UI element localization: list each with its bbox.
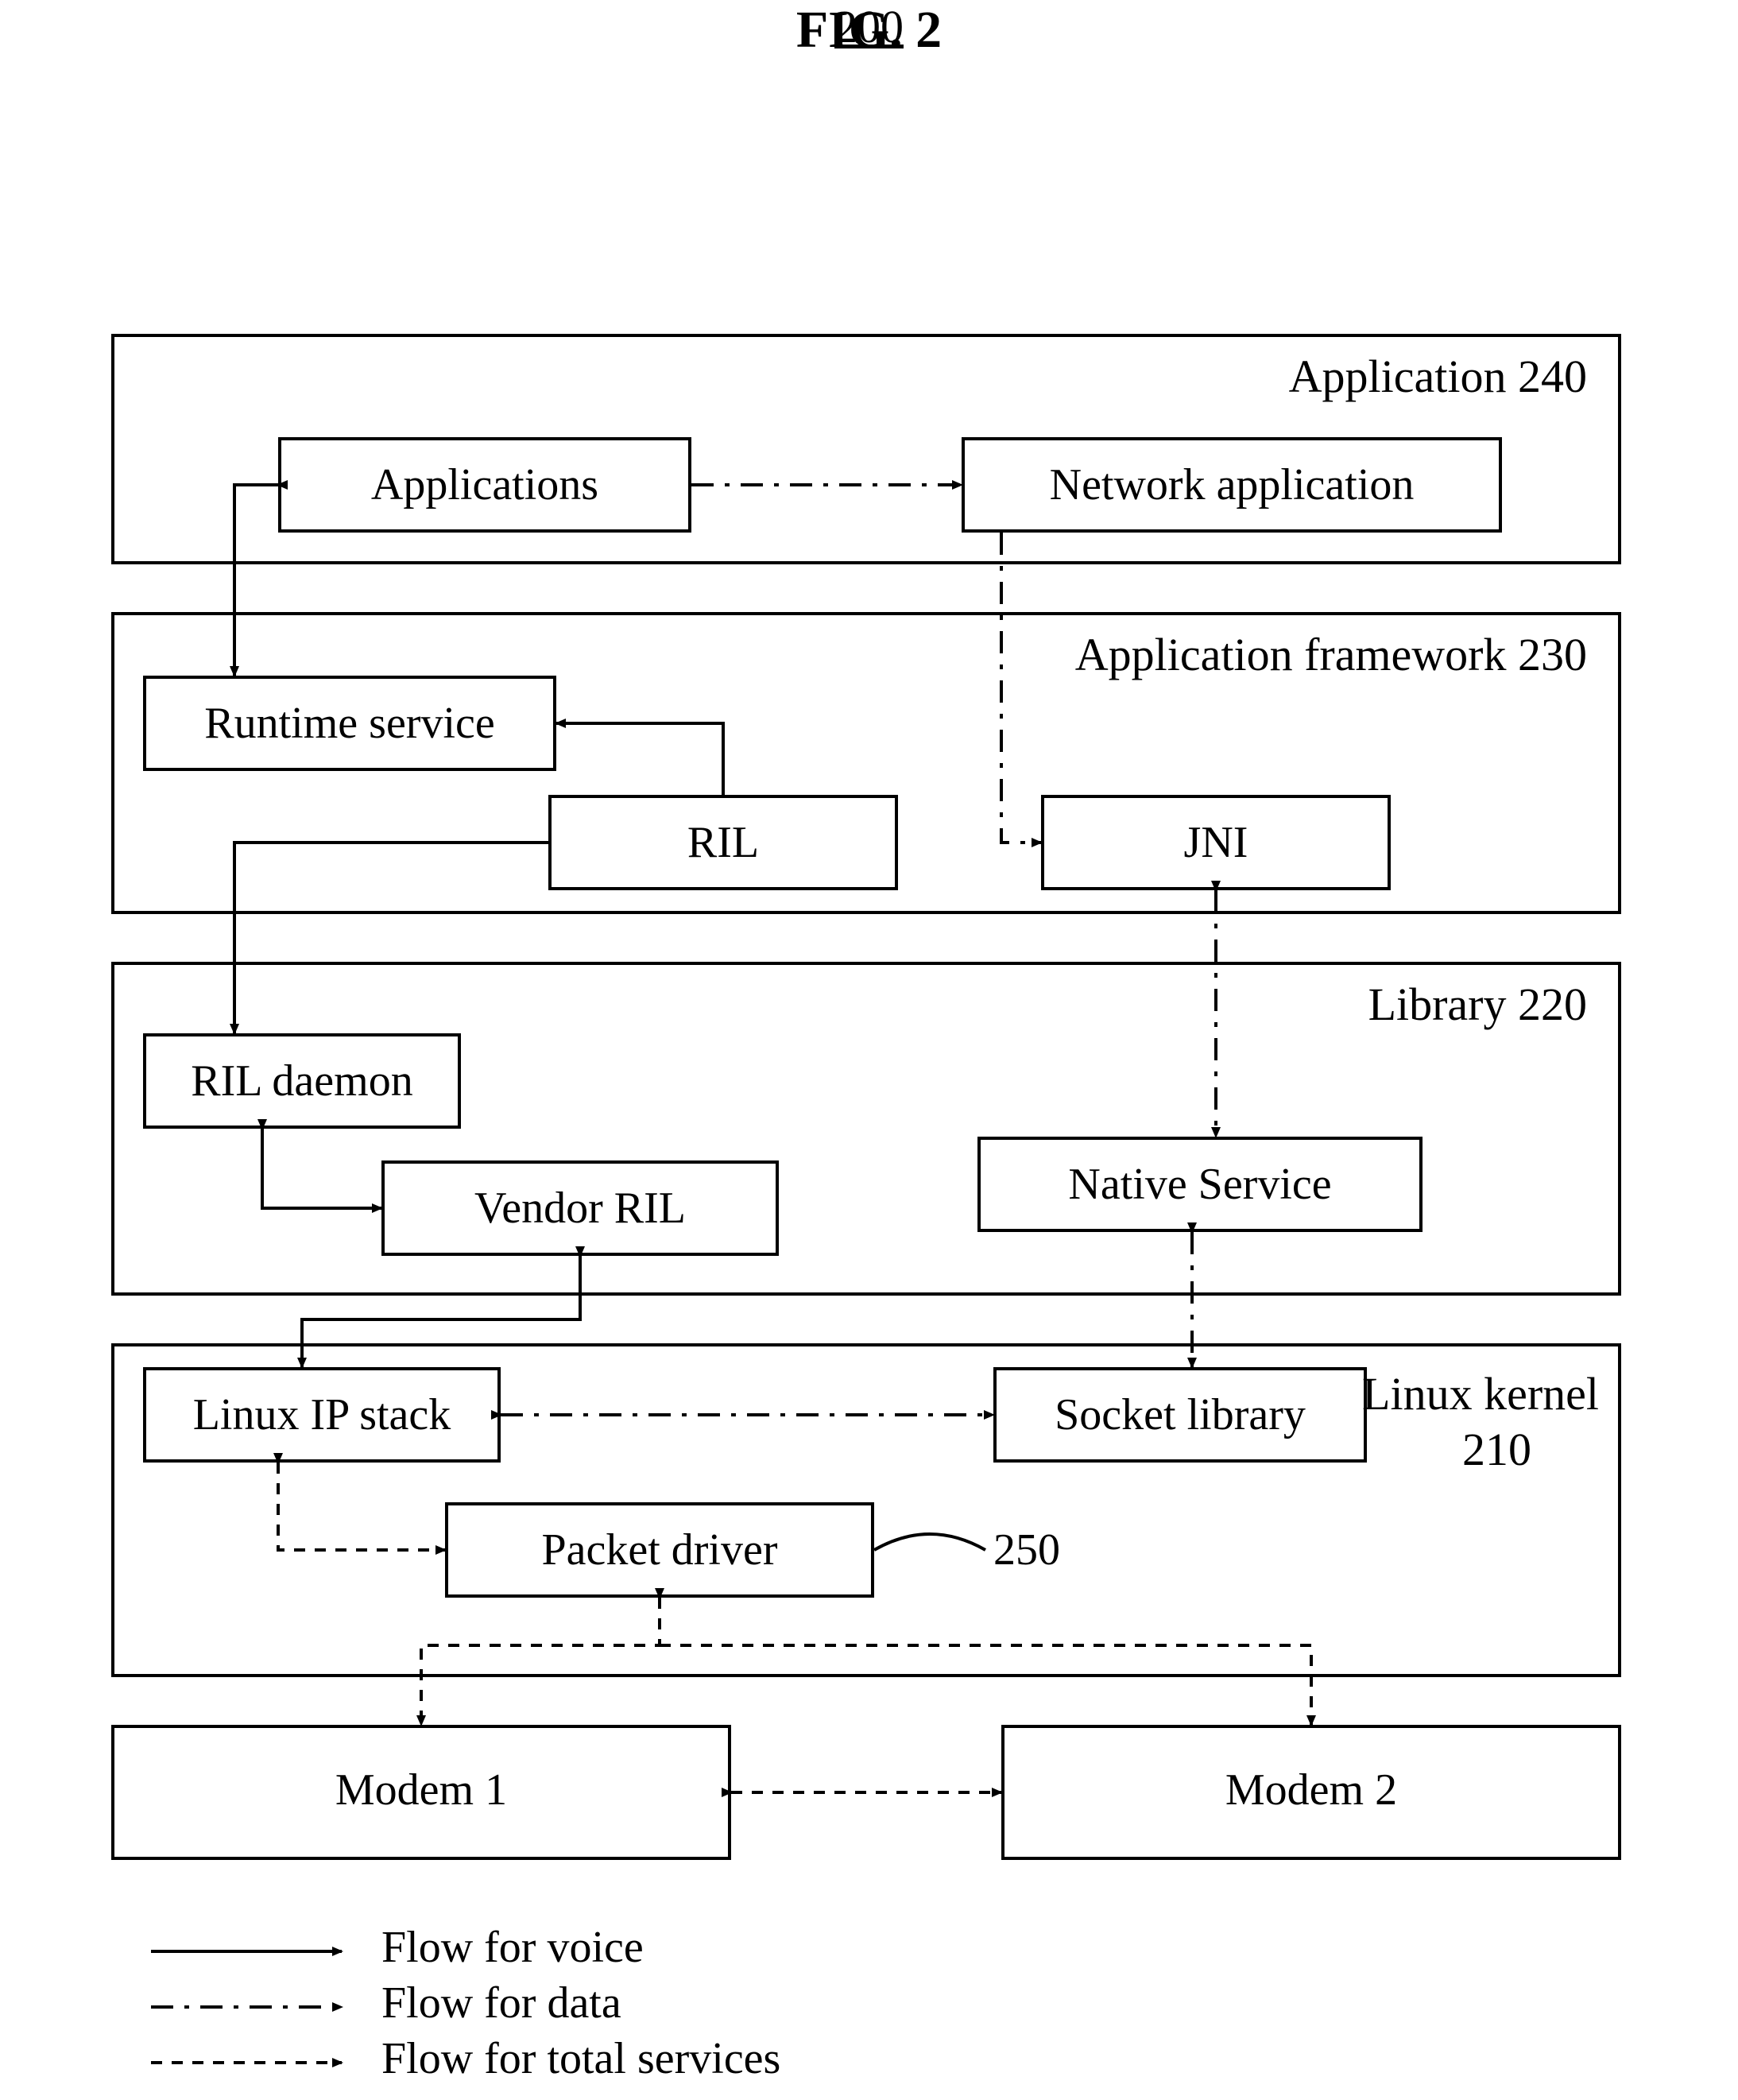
legend-total-line [151, 2051, 358, 2075]
legend-total-label: Flow for total services [381, 2033, 780, 2084]
legend-voice-line [151, 1939, 358, 1963]
legend-data-label: Flow for data [381, 1978, 621, 2028]
connectors [0, 0, 1738, 2100]
legend-data-line [151, 1995, 358, 2019]
legend-voice-label: Flow for voice [381, 1922, 644, 1973]
